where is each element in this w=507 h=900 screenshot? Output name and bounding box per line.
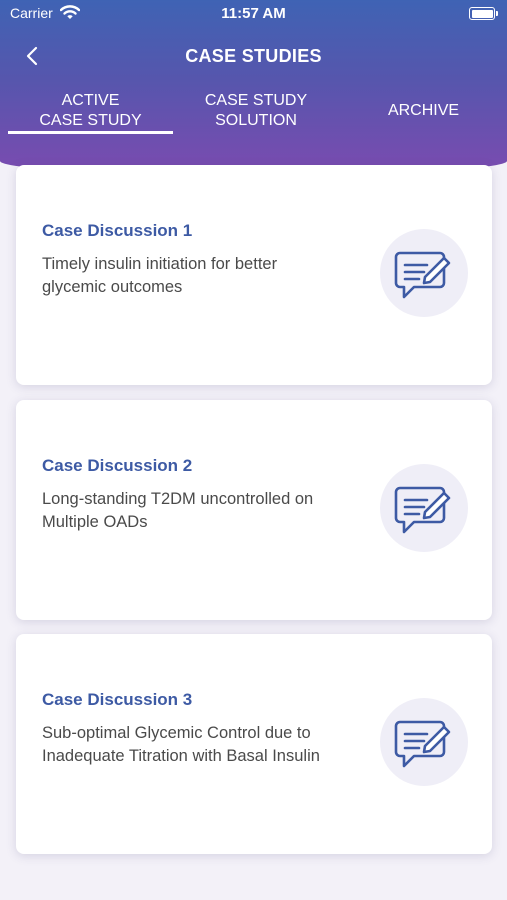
note-edit-icon [380, 464, 468, 552]
status-bar: Carrier 11:57 AM [0, 0, 507, 28]
tab-active-case-study[interactable]: ACTIVE CASE STUDY [8, 91, 173, 131]
tab-label-line1: ACTIVE [61, 92, 120, 109]
case-title: Case Discussion 1 [42, 221, 193, 240]
case-description: Timely insulin initiation for better gly… [42, 253, 352, 299]
battery-icon [469, 7, 498, 20]
tab-label: ARCHIVE [387, 102, 460, 119]
case-description-line: glycemic outcomes [42, 278, 183, 296]
tab-label-line1: CASE STUDY [204, 92, 308, 109]
case-card-1[interactable]: Case Discussion 1 Timely insulin initiat… [16, 165, 492, 385]
tab-label-line2: SOLUTION [215, 112, 297, 129]
note-edit-icon [380, 229, 468, 317]
case-card-2[interactable]: Case Discussion 2 Long-standing T2DM unc… [16, 400, 492, 620]
case-description-line: Multiple OADs [42, 513, 148, 531]
case-description: Long-standing T2DM uncontrolled on Multi… [42, 488, 352, 534]
header: Carrier 11:57 AM CASE STUDIES ACTIVE CAS… [0, 0, 507, 175]
tab-case-study-solution[interactable]: CASE STUDY SOLUTION [172, 91, 340, 131]
case-description: Sub-optimal Glycemic Control due to Inad… [42, 722, 352, 768]
tab-label-line2: CASE STUDY [39, 112, 142, 129]
case-description-line: Timely insulin initiation for better [42, 255, 278, 273]
case-description-line: Sub-optimal Glycemic Control due to [42, 724, 311, 742]
case-title: Case Discussion 3 [42, 690, 193, 709]
status-time: 11:57 AM [221, 5, 286, 22]
case-description-line: Inadequate Titration with Basal Insulin [42, 747, 320, 765]
page-title: CASE STUDIES [185, 46, 322, 66]
active-tab-indicator [8, 131, 173, 134]
tab-archive[interactable]: ARCHIVE [340, 101, 507, 121]
note-edit-icon [380, 698, 468, 786]
case-card-3[interactable]: Case Discussion 3 Sub-optimal Glycemic C… [16, 634, 492, 854]
case-description-line: Long-standing T2DM uncontrolled on [42, 490, 314, 508]
case-title: Case Discussion 2 [42, 456, 193, 475]
